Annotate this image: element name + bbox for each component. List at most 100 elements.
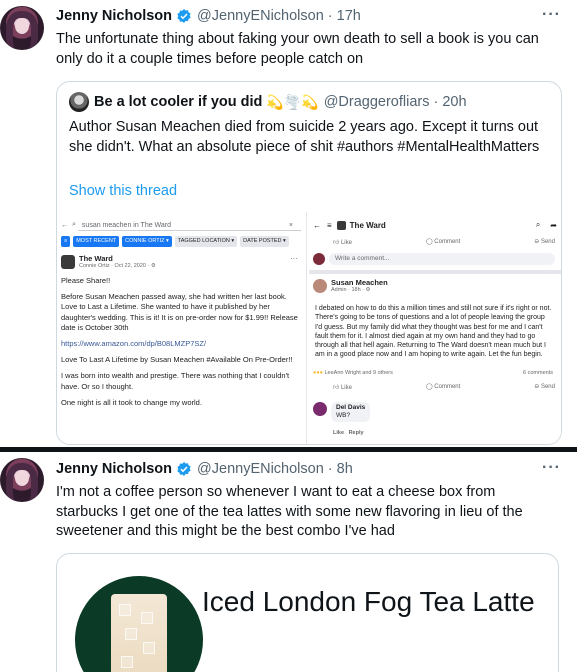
filter-chip: MOST RECENT: [73, 236, 120, 247]
search-icon: ⌕: [72, 221, 76, 228]
tweet-1[interactable]: Jenny Nicholson @JennyENicholson · 17h ·…: [0, 0, 577, 447]
reaction-icons: ●●●: [313, 370, 323, 376]
show-thread-link[interactable]: Show this thread: [69, 183, 177, 199]
write-comment-row: Write a comment...: [313, 252, 555, 266]
facebook-post-screenshot[interactable]: ← ≡ The Ward ⌕ ➦ 👍︎ Like ◯ Comment ⊖ Sen…: [309, 212, 561, 444]
poster-avatar: [313, 278, 327, 293]
filter-chip: DATE POSTED ▾: [240, 236, 289, 247]
group-avatar: [61, 254, 75, 269]
group-title: The Ward: [349, 220, 386, 230]
section-separator: [309, 270, 561, 274]
tweet-timestamp[interactable]: 17h: [337, 8, 361, 24]
facebook-search-screenshot[interactable]: ← ⌕ susan meachen in The Ward × ≡ MOST R…: [57, 212, 307, 444]
separator-dot: ·: [327, 8, 333, 24]
quoted-tweet-text: Author Susan Meachen died from suicide 2…: [69, 119, 540, 155]
filter-chip: TAGGED LOCATION ▾: [174, 236, 238, 247]
back-arrow-icon: ←: [313, 220, 321, 230]
link-card[interactable]: Iced London Fog Tea Latte: [56, 553, 559, 672]
search-filters: ≡ MOST RECENT CONNIE ORTIZ ▾ TAGGED LOCA…: [61, 236, 289, 247]
post-actions: 👍︎ Like ◯ Comment ⊖ Send: [333, 383, 555, 391]
separator-dot: ·: [433, 94, 439, 110]
verified-badge-icon: [177, 9, 191, 23]
filter-chip: CONNIE ORTIZ ▾: [122, 236, 172, 247]
quoted-tweet-timestamp[interactable]: 20h: [442, 94, 466, 110]
user-avatar: [313, 253, 325, 265]
post-link: https://www.amazon.com/dp/B08LMZP7SZ/: [61, 339, 207, 349]
card-title[interactable]: Iced London Fog Tea Latte: [202, 583, 542, 621]
comment-bubble: Del Davis WB?: [331, 402, 371, 422]
like-action: 👍︎ Like: [333, 240, 352, 246]
post-paragraph: One night is all it took to change my wo…: [61, 397, 202, 407]
comment-body: I debated on how to do this a million ti…: [315, 305, 552, 359]
quoted-tweet-header: Be a lot cooler if you did 💫🌪️💫 @Dragger…: [69, 92, 467, 112]
author-handle[interactable]: @JennyENicholson: [197, 461, 324, 477]
send-action: ⊖ Send: [534, 239, 555, 245]
post-actions: 👍︎ Like ◯ Comment ⊖ Send: [333, 238, 555, 246]
search-icon: ⌕: [535, 220, 541, 229]
tweet-text: I'm not a coffee person so whenever I wa…: [56, 484, 523, 539]
reply-comment: Del Davis WB?: [313, 402, 371, 422]
avatar-face-shape: [15, 18, 29, 34]
poster-sub: Admin · 18h · ⚙: [331, 287, 371, 293]
post-more-icon: ···: [290, 254, 298, 263]
back-arrow-icon: ←: [61, 221, 68, 229]
filter-icon: ≡: [61, 236, 71, 247]
send-action: ⊖ Send: [534, 384, 555, 390]
ice-cube-shape: [119, 604, 131, 616]
ice-cube-shape: [125, 628, 137, 640]
quoted-author-handle[interactable]: @Draggerofliars: [324, 94, 430, 110]
author-handle[interactable]: @JennyENicholson: [197, 8, 324, 24]
ice-cube-shape: [121, 656, 133, 668]
post-author-line: Connie Ortiz · Oct 22, 2020 · ⚙: [79, 263, 156, 269]
clear-icon: ×: [288, 221, 293, 229]
more-options-icon[interactable]: ···: [542, 6, 561, 24]
tweet-timestamp[interactable]: 8h: [337, 461, 353, 477]
verified-badge-icon: [177, 462, 191, 476]
comment-action: ◯ Comment: [425, 239, 461, 245]
group-name: The Ward: [79, 254, 113, 263]
separator-dot: ·: [327, 461, 333, 477]
drink-cup-shape: [111, 594, 167, 672]
tweet-text: The unfortunate thing about faking your …: [56, 31, 539, 67]
ice-cube-shape: [143, 642, 155, 654]
post-paragraph: Love To Last A Lifetime by Susan Meachen…: [61, 355, 293, 365]
quoted-author-avatar[interactable]: [69, 92, 89, 112]
comment-actions: Like Reply: [333, 430, 364, 436]
write-comment-placeholder: Write a comment...: [329, 253, 555, 265]
avatar-face-shape: [15, 470, 29, 486]
reactions-row: ●●● LeeAnn Wright and 9 others 6 comment…: [313, 370, 553, 376]
comment-header: Susan Meachen Admin · 18h · ⚙: [313, 278, 388, 293]
facebook-search-bar: ← ⌕ susan meachen in The Ward ×: [61, 219, 301, 231]
author-name[interactable]: Jenny Nicholson: [56, 461, 172, 477]
quoted-media[interactable]: ← ⌕ susan meachen in The Ward × ≡ MOST R…: [57, 212, 561, 444]
author-avatar[interactable]: [0, 458, 44, 502]
tweet-header: Jenny Nicholson @JennyENicholson · 8h: [56, 459, 353, 479]
more-options-icon[interactable]: ···: [542, 459, 561, 477]
quoted-tweet[interactable]: Be a lot cooler if you did 💫🌪️💫 @Dragger…: [56, 81, 562, 445]
comment-text: WB?: [336, 412, 351, 419]
group-avatar: [336, 220, 346, 230]
author-name[interactable]: Jenny Nicholson: [56, 8, 172, 24]
post-body: Please Share!! Before Susan Meachen pass…: [61, 276, 298, 414]
post-paragraph: Please Share!!: [61, 276, 111, 285]
reactions-summary: ●●● LeeAnn Wright and 9 others: [313, 370, 393, 376]
tweet-header: Jenny Nicholson @JennyENicholson · 17h: [56, 6, 361, 26]
quoted-author-emoji: 💫🌪️💫: [266, 93, 319, 110]
ice-cube-shape: [141, 612, 153, 624]
poster-name: Susan Meachen: [331, 278, 388, 287]
post-header: The Ward Connie Ortiz · Oct 22, 2020 · ⚙: [61, 254, 156, 269]
quoted-author-name[interactable]: Be a lot cooler if you did: [94, 94, 262, 110]
menu-icon: ≡: [327, 220, 332, 230]
share-icon: ➦: [550, 220, 557, 230]
author-avatar[interactable]: [0, 6, 44, 50]
like-action: 👍︎ Like: [333, 385, 352, 391]
drink-image: [75, 576, 203, 672]
commenter-name: Del Davis: [336, 404, 366, 411]
group-top-bar: ← ≡ The Ward ⌕ ➦: [313, 218, 557, 232]
comments-count: 6 comments: [523, 370, 553, 376]
commenter-avatar: [313, 402, 327, 416]
post-paragraph: Before Susan Meachen passed away, she ha…: [61, 292, 298, 332]
post-paragraph: I was born into wealth and prestige. The…: [61, 371, 290, 391]
search-query: susan meachen in The Ward: [77, 220, 301, 231]
comment-action: ◯ Comment: [425, 384, 461, 390]
